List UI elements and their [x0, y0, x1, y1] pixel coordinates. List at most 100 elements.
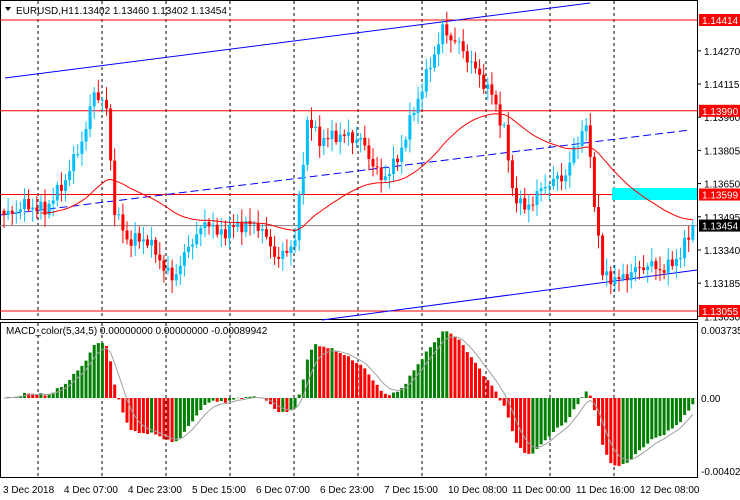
candle-body [92, 92, 96, 107]
candle-body [396, 158, 400, 163]
candle-body [100, 99, 104, 101]
macd-bar [613, 398, 617, 466]
macd-bar [211, 398, 215, 401]
macd-bar [187, 398, 190, 427]
candle-body [199, 228, 203, 235]
candle-body [404, 139, 408, 148]
macd-bar [416, 364, 420, 398]
macd-bar [670, 398, 674, 429]
candle-body [232, 225, 236, 227]
candle-body [482, 74, 486, 89]
macd-bar [633, 398, 637, 455]
macd-bar [367, 374, 371, 398]
macd-bar [338, 353, 342, 398]
candle-body [117, 214, 121, 216]
candle-body [457, 41, 461, 43]
candle-body [551, 178, 555, 186]
macd-bar [191, 398, 195, 422]
candle-body [297, 194, 301, 241]
candle-body [23, 198, 26, 210]
candle-body [416, 98, 420, 113]
candle-body [125, 230, 129, 240]
candle-body [14, 212, 18, 214]
macd-bar [674, 398, 678, 426]
macd-bar [371, 380, 375, 398]
candle-body [72, 154, 76, 172]
macd-bar [412, 370, 416, 398]
candle-body [64, 180, 67, 191]
level-price: 1.13990 [702, 107, 739, 118]
candle-body [39, 201, 43, 211]
macd-bar [72, 373, 76, 398]
candle-body [691, 225, 695, 240]
macd-bar [420, 359, 424, 398]
time-label: 7 Dec 15:00 [384, 485, 438, 496]
macd-bar [490, 385, 494, 398]
macd-bar [330, 348, 334, 398]
macd-bar [162, 398, 166, 440]
macd-bar [609, 398, 613, 464]
macd-bar [383, 393, 387, 398]
macd-bar [461, 345, 465, 398]
macd-bar [424, 351, 428, 398]
candle-body [211, 224, 215, 227]
macd-bar [289, 398, 293, 411]
macd-bar [408, 375, 412, 398]
macd-bar [679, 398, 682, 423]
candle-body [642, 267, 646, 271]
macd-bar [84, 360, 88, 398]
macd-bar [576, 398, 580, 405]
macd-bar [469, 357, 473, 398]
candle-body [478, 68, 482, 75]
macd-bar [642, 398, 646, 448]
macd-bar [543, 398, 547, 441]
time-label: 11 Dec 16:00 [576, 485, 635, 496]
candle-body [277, 256, 281, 259]
macd-bar [297, 394, 301, 398]
candle-body [113, 160, 117, 215]
candle-body [351, 132, 354, 143]
candle-body [437, 44, 441, 55]
macd-bar [346, 356, 350, 398]
candle-body [592, 156, 596, 208]
macd-bar [109, 361, 113, 398]
candle-body [137, 233, 141, 242]
macd-bar [588, 395, 592, 398]
candle-body [383, 176, 387, 180]
ohlc-values: 1.13402 1.13460 1.13402 1.13454 [74, 6, 227, 17]
candle-body [150, 239, 154, 246]
time-label: 5 Dec 15:00 [192, 485, 246, 496]
candle-body [679, 258, 682, 260]
chart-window[interactable]: 1.142701.141151.139601.138051.136501.134… [0, 0, 740, 500]
macd-tick-top: 0.003735 [701, 326, 740, 337]
macd-bar [494, 391, 498, 398]
candle-body [338, 134, 342, 142]
candle-body [363, 137, 367, 146]
candle-body [613, 277, 617, 285]
candle-body [654, 261, 658, 270]
macd-bar [465, 352, 469, 398]
candle-body [256, 223, 260, 231]
macd-bar [182, 398, 186, 432]
candle-body [203, 222, 207, 229]
current-price: 1.13454 [702, 222, 739, 233]
macd-bar [223, 398, 227, 403]
candle-body [658, 269, 662, 271]
macd-bar [379, 390, 383, 398]
level-price: 1.13599 [702, 191, 739, 202]
candle-body [547, 185, 551, 187]
macd-bar [68, 380, 72, 398]
candle-body [314, 126, 318, 128]
candle-body [519, 198, 523, 204]
macd-bar [232, 398, 236, 400]
candle-body [560, 175, 564, 182]
time-axis: 3 Dec 2018 4 Dec 07:00 4 Dec 23:00 5 Dec 15… [3, 485, 700, 496]
candle-body [76, 153, 80, 155]
candle-body [322, 138, 326, 146]
candle-body [146, 239, 149, 246]
candle-body [162, 260, 166, 271]
candle-body [310, 119, 313, 128]
candle-body [601, 235, 605, 276]
macd-bar [166, 398, 170, 440]
candle-body [121, 214, 125, 231]
